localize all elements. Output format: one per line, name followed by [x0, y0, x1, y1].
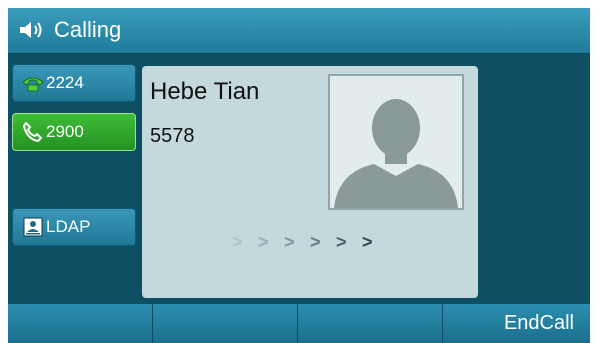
person-silhouette-icon: [334, 99, 458, 208]
line-key-2224[interactable]: 2224: [12, 64, 136, 102]
endcall-label: EndCall: [503, 312, 574, 334]
directory-icon: [23, 217, 43, 237]
softkey-bar: EndCall: [8, 304, 590, 343]
contact-name: Hebe Tian: [150, 78, 260, 105]
speaker-icon: [20, 22, 42, 38]
progress-arrow: >: [258, 232, 269, 252]
phone-calling-icon: [22, 122, 43, 142]
softkey-3[interactable]: [298, 304, 443, 343]
progress-arrow: >: [284, 232, 295, 252]
phone-handset-icon: [22, 77, 44, 92]
progress-arrow: >: [362, 232, 373, 252]
contact-avatar: [328, 74, 464, 210]
ringing-progress-arrows: > > > > > >: [232, 232, 392, 252]
phone-screen: Calling 2224 2900 LDAP Hebe Tian 5578 > …: [8, 8, 590, 343]
line-key-label: 2900: [46, 122, 84, 141]
call-info-card: Hebe Tian 5578 > > > > > >: [142, 66, 478, 298]
call-state-title: Calling: [54, 17, 122, 42]
line-key-label: LDAP: [46, 217, 91, 236]
progress-arrow: >: [310, 232, 321, 252]
contact-number: 5578: [150, 125, 195, 147]
progress-arrow: >: [336, 232, 347, 252]
line-key-ldap[interactable]: LDAP: [12, 208, 136, 246]
progress-arrow: >: [232, 232, 243, 252]
status-header: Calling: [8, 8, 590, 54]
endcall-button[interactable]: EndCall: [443, 304, 590, 343]
line-key-label: 2224: [46, 73, 84, 92]
softkey-1[interactable]: [8, 304, 153, 343]
line-key-2900[interactable]: 2900: [12, 113, 136, 151]
softkey-2[interactable]: [153, 304, 298, 343]
